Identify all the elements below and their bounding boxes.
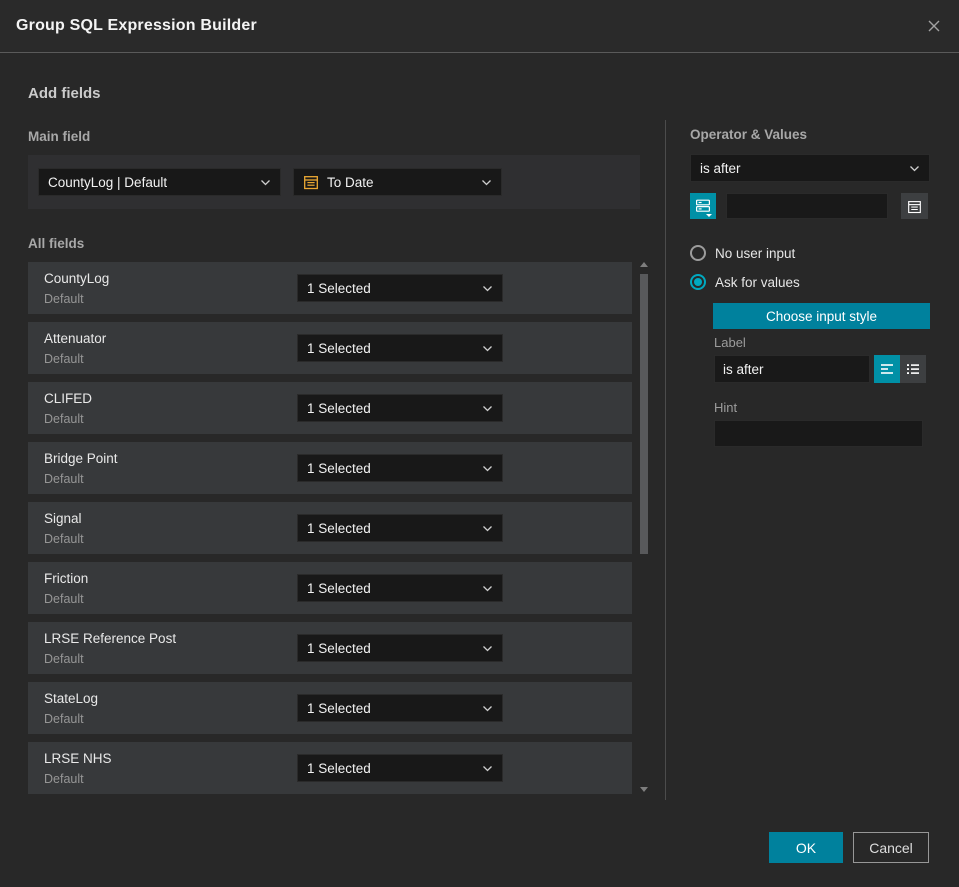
field-row: Attenuator Default 1 Selected [28, 322, 632, 374]
chevron-down-icon [482, 285, 493, 292]
mini-caret-icon [706, 214, 712, 217]
chevron-down-icon [482, 765, 493, 772]
scrollbar-down-arrow-icon[interactable] [640, 787, 648, 792]
operator-values-label: Operator & Values [690, 127, 808, 142]
field-name: Attenuator [44, 331, 107, 346]
field-row: CountyLog Default 1 Selected [28, 262, 632, 314]
radio-circle-selected-icon [690, 274, 706, 290]
bulleted-list-icon [906, 363, 920, 375]
field-row: Bridge Point Default 1 Selected [28, 442, 632, 494]
scrollbar-up-arrow-icon[interactable] [640, 262, 648, 267]
field-name: LRSE NHS [44, 751, 112, 766]
field-values-dropdown[interactable]: 1 Selected [297, 574, 503, 602]
chevron-down-icon [482, 645, 493, 652]
chevron-down-icon [482, 585, 493, 592]
field-row: LRSE NHS Default 1 Selected [28, 742, 632, 794]
all-fields-label: All fields [28, 236, 85, 251]
radio-no-user-input[interactable]: No user input [690, 245, 795, 261]
list-scrollbar[interactable] [637, 260, 651, 794]
label-field-label: Label [714, 335, 746, 350]
field-name: Friction [44, 571, 89, 586]
field-name: CountyLog [44, 271, 110, 286]
close-icon [926, 18, 942, 34]
date-type-dropdown-value: To Date [327, 174, 374, 190]
field-subtitle: Default [44, 532, 84, 546]
hint-field-label: Hint [714, 400, 738, 415]
field-values-dropdown[interactable]: 1 Selected [297, 634, 503, 662]
label-input[interactable] [714, 355, 870, 383]
calendar-icon [303, 174, 319, 190]
chevron-down-icon [482, 405, 493, 412]
hint-input[interactable] [714, 420, 923, 447]
field-name: LRSE Reference Post [44, 631, 177, 646]
field-values-dropdown[interactable]: 1 Selected [297, 334, 503, 362]
radio-circle-icon [690, 245, 706, 261]
field-row: CLIFED Default 1 Selected [28, 382, 632, 434]
chevron-down-icon [482, 525, 493, 532]
field-subtitle: Default [44, 652, 84, 666]
field-values-dropdown[interactable]: 1 Selected [297, 754, 503, 782]
field-subtitle: Default [44, 592, 84, 606]
field-values-dropdown[interactable]: 1 Selected [297, 694, 503, 722]
field-subtitle: Default [44, 412, 84, 426]
chevron-down-icon [482, 705, 493, 712]
choose-input-style-button[interactable]: Choose input style [713, 303, 930, 329]
field-name: Bridge Point [44, 451, 118, 466]
field-values-dropdown[interactable]: 1 Selected [297, 394, 503, 422]
dialog-title: Group SQL Expression Builder [16, 17, 257, 34]
field-values-dropdown[interactable]: 1 Selected [297, 274, 503, 302]
field-row: StateLog Default 1 Selected [28, 682, 632, 734]
panel-divider [665, 120, 666, 800]
date-type-dropdown[interactable]: To Date [293, 168, 502, 196]
chevron-down-icon [481, 179, 492, 186]
field-name: StateLog [44, 691, 99, 706]
close-button[interactable] [923, 15, 945, 37]
input-style-list-button[interactable] [900, 355, 926, 383]
scrollbar-thumb[interactable] [640, 274, 648, 554]
align-left-icon [880, 363, 894, 375]
field-subtitle: Default [44, 352, 84, 366]
date-picker-button[interactable] [901, 193, 928, 219]
operator-dropdown-value: is after [700, 160, 741, 176]
input-style-single-button[interactable] [874, 355, 900, 383]
value-input[interactable] [726, 193, 888, 219]
field-row: Friction Default 1 Selected [28, 562, 632, 614]
operator-dropdown[interactable]: is after [690, 154, 930, 182]
calendar-icon [907, 199, 922, 214]
chevron-down-icon [909, 165, 920, 172]
chevron-down-icon [482, 465, 493, 472]
main-field-bar: CountyLog | Default To Date [28, 155, 640, 209]
ok-button[interactable]: OK [769, 832, 843, 863]
chevron-down-icon [260, 179, 271, 186]
main-field-label: Main field [28, 129, 91, 144]
field-subtitle: Default [44, 712, 84, 726]
section-title-add-fields: Add fields [28, 85, 101, 102]
chevron-down-icon [482, 345, 493, 352]
all-fields-list: CountyLog Default 1 Selected Attenuator … [28, 262, 632, 794]
radio-ask-for-values[interactable]: Ask for values [690, 274, 800, 290]
dialog-header: Group SQL Expression Builder [0, 0, 959, 53]
main-field-dropdown-value: CountyLog | Default [48, 174, 168, 190]
main-field-dropdown[interactable]: CountyLog | Default [38, 168, 281, 196]
field-subtitle: Default [44, 472, 84, 486]
stacked-values-icon [695, 199, 711, 213]
field-subtitle: Default [44, 292, 84, 306]
cancel-button[interactable]: Cancel [853, 832, 929, 863]
field-name: Signal [44, 511, 82, 526]
value-entry-row [690, 193, 930, 219]
field-row: Signal Default 1 Selected [28, 502, 632, 554]
field-values-dropdown[interactable]: 1 Selected [297, 454, 503, 482]
field-values-dropdown[interactable]: 1 Selected [297, 514, 503, 542]
field-name: CLIFED [44, 391, 93, 406]
unique-values-button[interactable] [690, 193, 716, 219]
field-row: LRSE Reference Post Default 1 Selected [28, 622, 632, 674]
field-subtitle: Default [44, 772, 84, 786]
